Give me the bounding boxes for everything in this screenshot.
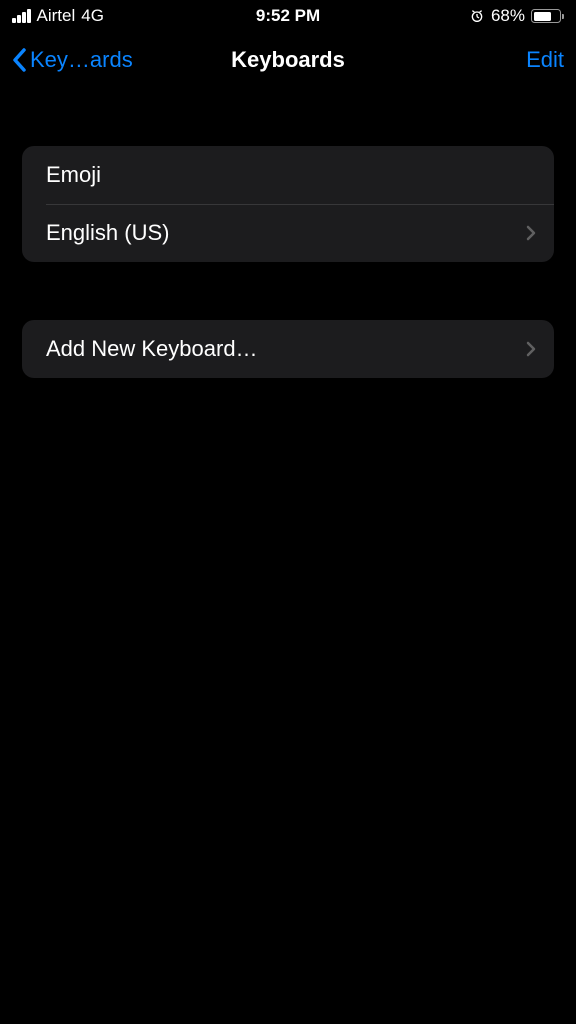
network-label: 4G [81, 6, 104, 26]
back-label: Key…ards [30, 47, 133, 73]
signal-icon [12, 9, 31, 23]
status-left: Airtel 4G [12, 6, 104, 26]
page-title: Keyboards [231, 47, 345, 73]
keyboard-label: English (US) [46, 220, 169, 246]
clock-label: 9:52 PM [256, 6, 320, 26]
add-keyboard-button[interactable]: Add New Keyboard… [22, 320, 554, 378]
battery-percent-label: 68% [491, 6, 525, 26]
chevron-right-icon [526, 341, 536, 357]
keyboard-label: Emoji [46, 162, 101, 188]
nav-bar: Key…ards Keyboards Edit [0, 32, 576, 88]
add-keyboard-group: Add New Keyboard… [22, 320, 554, 378]
back-button[interactable]: Key…ards [12, 47, 133, 73]
keyboards-list: Emoji English (US) [22, 146, 554, 262]
carrier-label: Airtel [37, 6, 76, 26]
chevron-back-icon [12, 48, 26, 72]
keyboard-row-emoji[interactable]: Emoji [22, 146, 554, 204]
status-right: 68% [469, 6, 564, 26]
alarm-icon [469, 8, 485, 24]
chevron-right-icon [526, 225, 536, 241]
battery-icon [531, 9, 564, 23]
edit-button[interactable]: Edit [526, 47, 564, 73]
add-keyboard-label: Add New Keyboard… [46, 336, 258, 362]
status-bar: Airtel 4G 9:52 PM 68% [0, 0, 576, 32]
content-area: Emoji English (US) Add New Keyboard… [0, 88, 576, 378]
keyboard-row-english-us[interactable]: English (US) [22, 204, 554, 262]
